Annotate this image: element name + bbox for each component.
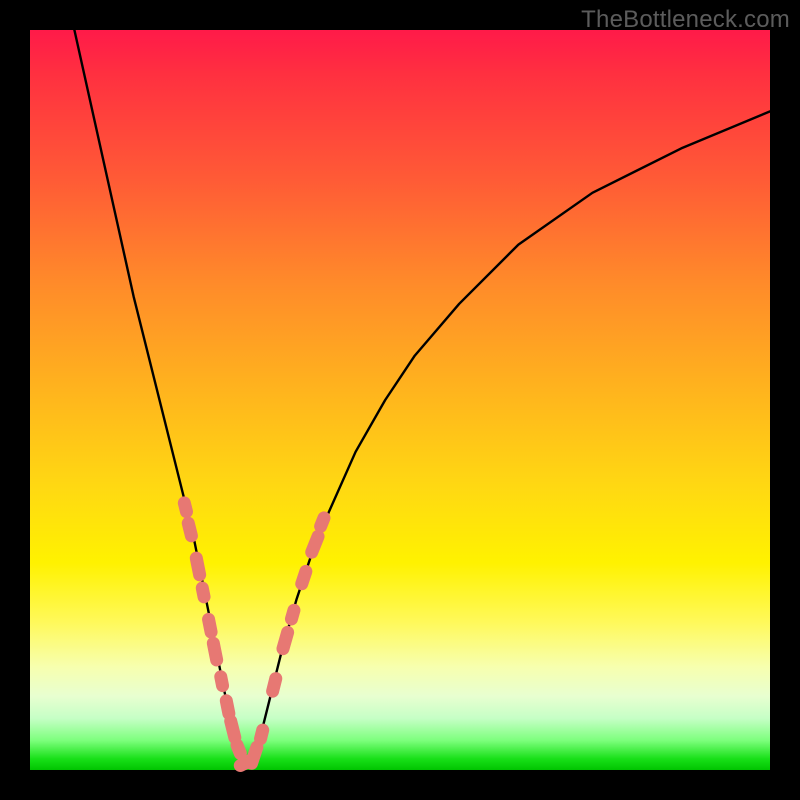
highlight-marker xyxy=(265,671,284,699)
highlight-marker xyxy=(201,612,219,640)
highlight-marker xyxy=(283,602,302,627)
highlight-marker xyxy=(303,528,326,561)
marker-layer xyxy=(176,495,332,774)
highlight-marker xyxy=(294,563,315,592)
highlight-marker xyxy=(176,495,194,519)
curve-svg xyxy=(30,30,770,770)
watermark-text: TheBottleneck.com xyxy=(581,6,790,34)
bottleneck-curve xyxy=(74,30,770,766)
plot-area xyxy=(30,30,770,770)
chart-frame: TheBottleneck.com xyxy=(0,0,800,800)
curve-layer xyxy=(74,30,770,766)
highlight-marker xyxy=(180,515,199,543)
highlight-marker xyxy=(195,580,212,604)
highlight-marker xyxy=(206,636,225,668)
highlight-marker xyxy=(189,551,208,583)
highlight-marker xyxy=(213,669,230,693)
highlight-marker xyxy=(275,624,296,656)
